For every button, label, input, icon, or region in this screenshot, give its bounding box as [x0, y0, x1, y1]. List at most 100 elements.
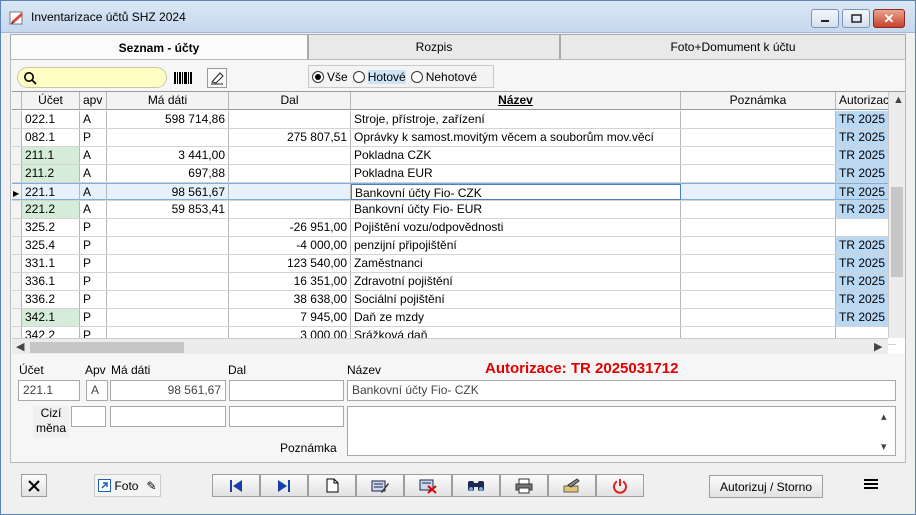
cell-ma-dati[interactable]: [107, 273, 229, 290]
print-button[interactable]: [500, 474, 548, 497]
exit-button[interactable]: [21, 474, 47, 497]
cell-autorizace[interactable]: TR 2025: [836, 165, 896, 182]
search-input[interactable]: [40, 70, 160, 85]
cell-ucet[interactable]: 325.4: [22, 237, 80, 254]
search-box[interactable]: [17, 67, 167, 88]
table-row[interactable]: 211.1 A 3 441,00 Pokladna CZK TR 2025: [12, 147, 896, 165]
tab-foto-dokument[interactable]: Foto+Domument k účtu: [560, 34, 906, 59]
cell-autorizace[interactable]: TR 2025: [836, 201, 896, 218]
row-indicator[interactable]: [12, 147, 22, 164]
cell-ucet[interactable]: 022.1: [22, 111, 80, 128]
cell-ucet[interactable]: 211.1: [22, 147, 80, 164]
delete-record-button[interactable]: [404, 474, 452, 497]
cell-ma-dati[interactable]: 598 714,86: [107, 111, 229, 128]
cell-apv[interactable]: P: [80, 237, 107, 254]
cell-apv[interactable]: A: [80, 201, 107, 218]
cell-ma-dati[interactable]: 3 441,00: [107, 147, 229, 164]
row-indicator[interactable]: [12, 219, 22, 236]
cell-autorizace[interactable]: TR 2025: [836, 291, 896, 308]
cell-poznamka[interactable]: [681, 219, 836, 236]
cell-nazev[interactable]: Zaměstnanci: [351, 255, 681, 272]
row-indicator[interactable]: [12, 237, 22, 254]
cell-poznamka[interactable]: [681, 309, 836, 326]
tab-seznam-ucty[interactable]: Seznam - účty: [10, 34, 308, 60]
cell-ma-dati[interactable]: [107, 309, 229, 326]
cell-nazev[interactable]: Bankovní účty Fio- EUR: [351, 201, 681, 218]
new-record-button[interactable]: [308, 474, 356, 497]
title-bar[interactable]: Inventarizace účtů SHZ 2024 ✕: [1, 1, 915, 33]
cell-ma-dati[interactable]: 697,88: [107, 165, 229, 182]
table-row[interactable]: ▶ 221.1 A 98 561,67 Bankovní účty Fio- CZK TR…: [12, 183, 896, 201]
cell-ma-dati[interactable]: 98 561,67: [107, 184, 229, 200]
cell-poznamka[interactable]: [681, 255, 836, 272]
row-indicator[interactable]: [12, 201, 22, 218]
row-indicator[interactable]: [12, 129, 22, 146]
cell-nazev[interactable]: Pokladna EUR: [351, 165, 681, 182]
horizontal-scrollbar[interactable]: ◀ ▶: [12, 338, 888, 354]
cell-dal[interactable]: [229, 111, 351, 128]
cell-dal[interactable]: [229, 184, 351, 200]
cell-poznamka[interactable]: [681, 165, 836, 182]
cell-dal[interactable]: 16 351,00: [229, 273, 351, 290]
cell-ma-dati[interactable]: 59 853,41: [107, 201, 229, 218]
poznamka-field[interactable]: [347, 406, 896, 456]
autorizuj-storno-button[interactable]: Autorizuj / Storno: [709, 475, 823, 498]
horizontal-scroll-thumb[interactable]: [30, 342, 184, 353]
scroll-up-icon[interactable]: ▴: [881, 410, 887, 423]
row-indicator[interactable]: ▶: [12, 184, 22, 200]
cell-apv[interactable]: P: [80, 219, 107, 236]
cell-dal[interactable]: [229, 201, 351, 218]
edit-record-button[interactable]: [356, 474, 404, 497]
table-row[interactable]: 211.2 A 697,88 Pokladna EUR TR 2025: [12, 165, 896, 183]
table-row[interactable]: 221.2 A 59 853,41 Bankovní účty Fio- EUR TR …: [12, 201, 896, 219]
cell-ucet[interactable]: 325.2: [22, 219, 80, 236]
menu-button[interactable]: [863, 478, 881, 492]
dal-field[interactable]: [229, 380, 344, 401]
cell-autorizace[interactable]: TR 2025: [836, 237, 896, 254]
cell-nazev[interactable]: Bankovní účty Fio- CZK: [351, 184, 681, 200]
cell-apv[interactable]: P: [80, 255, 107, 272]
row-indicator[interactable]: [12, 255, 22, 272]
cell-apv[interactable]: P: [80, 273, 107, 290]
header-nazev[interactable]: Název: [351, 92, 681, 109]
row-indicator[interactable]: [12, 291, 22, 308]
header-poznamka[interactable]: Poznámka: [681, 92, 836, 109]
scroll-down-icon[interactable]: ▾: [881, 440, 887, 453]
row-indicator[interactable]: [12, 309, 22, 326]
vertical-scroll-thumb[interactable]: [891, 187, 903, 277]
ucet-field[interactable]: 221.1: [18, 380, 80, 401]
cell-ucet[interactable]: 221.2: [22, 201, 80, 218]
scroll-up-icon[interactable]: ▲: [893, 94, 904, 106]
filter-nehotove[interactable]: Nehotové: [410, 70, 477, 84]
power-button[interactable]: [596, 474, 644, 497]
cell-poznamka[interactable]: [681, 201, 836, 218]
cizi-mena-ma-field[interactable]: [110, 406, 226, 427]
cell-ucet[interactable]: 336.2: [22, 291, 80, 308]
cell-autorizace[interactable]: TR 2025: [836, 255, 896, 272]
cell-ma-dati[interactable]: [107, 129, 229, 146]
table-row[interactable]: 342.1 P 7 945,00 Daň ze mzdy TR 2025: [12, 309, 896, 327]
cell-nazev[interactable]: penzijní připojištění: [351, 237, 681, 254]
minimize-button[interactable]: [811, 9, 839, 28]
row-indicator[interactable]: [12, 273, 22, 290]
cell-dal[interactable]: [229, 165, 351, 182]
row-indicator[interactable]: [12, 165, 22, 182]
header-ma-dati[interactable]: Má dáti: [107, 92, 229, 109]
cell-poznamka[interactable]: [681, 237, 836, 254]
first-record-button[interactable]: [212, 474, 260, 497]
cell-ucet[interactable]: 211.2: [22, 165, 80, 182]
cell-dal[interactable]: [229, 147, 351, 164]
table-row[interactable]: 082.1 P 275 807,51 Oprávky k samost.movitým…: [12, 129, 896, 147]
cell-nazev[interactable]: Sociální pojištění: [351, 291, 681, 308]
table-row[interactable]: 331.1 P 123 540,00 Zaměstnanci TR 2025: [12, 255, 896, 273]
settings-button[interactable]: [548, 474, 596, 497]
cell-poznamka[interactable]: [681, 111, 836, 128]
table-row[interactable]: 336.2 P 38 638,00 Sociální pojištění TR 2025: [12, 291, 896, 309]
clear-filter-button[interactable]: [207, 68, 227, 88]
cell-dal[interactable]: 275 807,51: [229, 129, 351, 146]
cell-ma-dati[interactable]: [107, 255, 229, 272]
cizi-mena-dal-field[interactable]: [229, 406, 344, 427]
cell-autorizace[interactable]: [836, 219, 896, 236]
cell-nazev[interactable]: Oprávky k samost.movitým věcem a souborů…: [351, 129, 681, 146]
table-row[interactable]: 022.1 A 598 714,86 Stroje, přístroje, zaříz…: [12, 111, 896, 129]
